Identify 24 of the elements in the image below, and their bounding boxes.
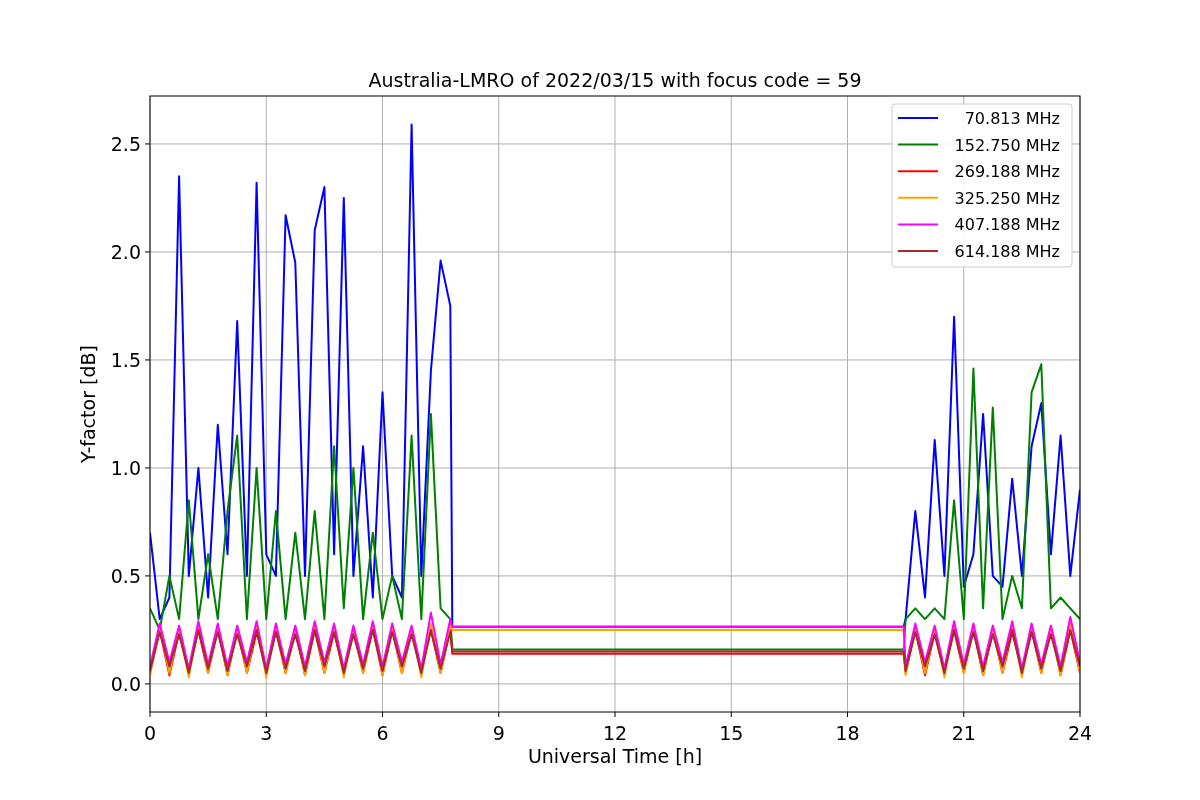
x-tick-label: 24 xyxy=(1067,722,1093,744)
x-tick-label: 21 xyxy=(951,722,976,744)
y-tick-label: 0.5 xyxy=(110,564,141,587)
chart-title: Australia-LMRO of 2022/03/15 with focus code = 59 xyxy=(368,69,862,91)
x-tick-label: 6 xyxy=(376,722,389,744)
x-tick-label: 9 xyxy=(492,722,505,744)
legend-label: 614.188 MHz xyxy=(954,242,1060,261)
legend-label: 407.188 MHz xyxy=(954,215,1060,235)
y-tick-label: 0.0 xyxy=(110,672,141,695)
legend-label: 152.750 MHz xyxy=(954,135,1060,155)
y-tick-label: 1.0 xyxy=(110,456,141,479)
y-tick-label: 2.5 xyxy=(110,132,141,155)
legend-label: 325.250 MHz xyxy=(954,188,1060,208)
legend-label: 70.813 MHz xyxy=(964,109,1060,128)
x-axis-label: Universal Time [h] xyxy=(527,745,703,767)
y-axis-label: Y-factor [dB] xyxy=(77,345,99,463)
y-tick-label: 2.0 xyxy=(110,240,141,263)
x-tick-label: 3 xyxy=(260,722,273,744)
y-tick-label: 1.5 xyxy=(110,348,141,371)
x-tick-label: 15 xyxy=(719,722,744,744)
x-tick-label: 18 xyxy=(835,722,860,744)
x-tick-label: 12 xyxy=(602,722,628,744)
x-tick-label: 0 xyxy=(143,722,157,744)
legend-label: 269.188 MHz xyxy=(954,162,1060,182)
